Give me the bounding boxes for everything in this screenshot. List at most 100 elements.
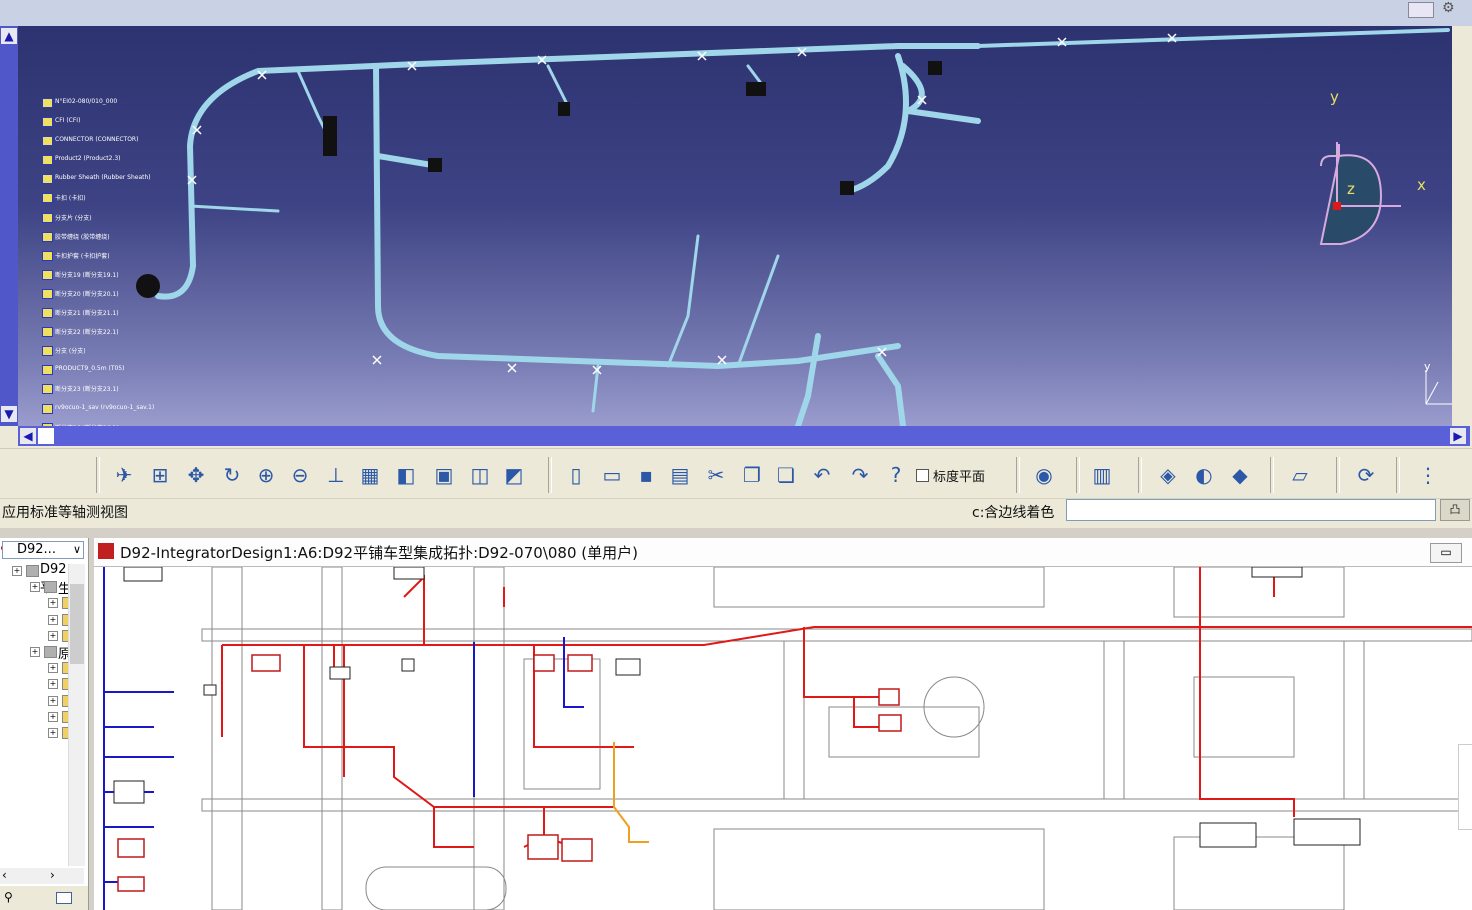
fit-all-icon[interactable]: ⊞ xyxy=(146,461,174,489)
main-toolbar: ✈ ⊞ ✥ ↻ ⊕ ⊖ ⊥ ▦ ◧ ▣ ◫ ◩ ▯ ▭ ▪ ▤ ✂ ❐ ❏ ↶ ↷? ◉ ▥ ◈ ◐ ◆ ▱ ⟳ ⋮ xyxy=(0,448,1472,499)
explorer-tree-item[interactable]: +D92平 xyxy=(0,562,70,596)
zoom-in-icon[interactable]: ⊕ xyxy=(252,461,280,489)
swap-visible-icon[interactable]: ◩ xyxy=(500,461,528,489)
tree-item[interactable]: 断分支20 (断分支20.1) xyxy=(38,287,188,306)
shading-icon[interactable]: ▣ xyxy=(430,461,458,489)
fly-icon[interactable]: ✈ xyxy=(110,461,138,489)
scroll-left-icon[interactable]: ◀ xyxy=(20,428,36,444)
tree-item[interactable]: 分支 (分支) xyxy=(38,344,188,363)
checkbox-icon[interactable] xyxy=(916,469,929,482)
tree-item[interactable]: 胶带缠绕 (胶带缠绕) xyxy=(38,230,188,249)
help-icon[interactable]: ? xyxy=(882,461,910,489)
tree-item[interactable]: CONNECTOR (CONNECTOR) xyxy=(38,134,188,153)
chevron-down-icon[interactable]: ∨ xyxy=(73,542,81,558)
explorer-tree-item[interactable]: + xyxy=(0,659,75,675)
scroll-thumb[interactable] xyxy=(38,428,54,444)
tree-item[interactable]: 断分支22 (断分支22.1) xyxy=(38,325,188,344)
tree-item[interactable]: 断分支23 (断分支23.1) xyxy=(38,382,188,401)
scroll-down-icon[interactable]: ▼ xyxy=(1,406,17,422)
camera-icon[interactable]: ◉ xyxy=(1030,461,1058,489)
tree-item[interactable]: 卡扣护套 (卡扣护套) xyxy=(38,249,188,268)
material-icon[interactable]: ◈ xyxy=(1154,461,1182,489)
explorer-tree-item[interactable]: + xyxy=(0,675,75,691)
specification-tree[interactable]: N°EI02-080/010_000 CFI (CFI) CONNECTOR (CO… xyxy=(38,96,188,426)
chassis-schematic[interactable] xyxy=(94,567,1472,910)
tree-item[interactable]: Product2 (Product2.3) xyxy=(38,153,188,172)
multi-view-icon[interactable]: ▦ xyxy=(356,461,384,489)
tree-item[interactable]: 卡扣 (卡扣) xyxy=(38,191,188,210)
expand-icon[interactable]: + xyxy=(48,663,58,674)
hide-show-icon[interactable]: ◫ xyxy=(466,461,494,489)
explorer-tree-item[interactable]: + xyxy=(0,611,75,627)
viewport-vertical-scrollbar[interactable]: ▲ ▼ xyxy=(0,26,18,426)
tree-item[interactable]: CFI (CFI) xyxy=(38,115,188,134)
scroll-right-icon[interactable]: ▶ xyxy=(1450,428,1466,444)
refresh-icon[interactable]: ⟳ xyxy=(1352,461,1380,489)
compass-widget[interactable]: y z x xyxy=(1301,136,1441,256)
explorer-tree-item[interactable]: + xyxy=(0,627,75,643)
search-icon[interactable]: ⚲ xyxy=(4,890,13,904)
scroll-left-icon[interactable]: ‹ xyxy=(2,868,7,882)
print-icon[interactable]: ▤ xyxy=(666,461,694,489)
expand-icon[interactable]: + xyxy=(48,679,58,690)
harness-3d-model[interactable] xyxy=(18,26,1452,426)
tree-item[interactable]: 断分支19 (断分支19.1) xyxy=(38,268,188,287)
explorer-tree-item[interactable]: + 生 xyxy=(0,578,71,597)
3d-viewport[interactable]: N°EI02-080/010_000 CFI (CFI) CONNECTOR (CO… xyxy=(18,26,1452,426)
settings-icon[interactable]: ⚙ xyxy=(1442,0,1464,18)
tree-item[interactable]: PRODUCT9_0.5m (T05) xyxy=(38,363,188,382)
rotate-icon[interactable]: ↻ xyxy=(218,461,246,489)
command-input[interactable] xyxy=(1066,499,1436,521)
open-icon[interactable]: ▭ xyxy=(598,461,626,489)
explorer-tree[interactable]: +D92平+生++++原+++++ xyxy=(0,562,75,740)
explorer-tree-item[interactable]: + 原 xyxy=(0,643,71,662)
explorer-combo[interactable]: D92... ∨ xyxy=(2,541,84,559)
normal-view-icon[interactable]: ⊥ xyxy=(322,461,350,489)
expand-icon[interactable]: + xyxy=(48,695,58,706)
grid-icon[interactable]: ⋮ xyxy=(1414,461,1442,489)
expand-icon[interactable]: + xyxy=(48,727,58,738)
render-icon[interactable]: ◐ xyxy=(1190,461,1218,489)
scroll-thumb[interactable] xyxy=(70,584,84,664)
expand-icon[interactable]: + xyxy=(48,630,58,641)
explorer-tree-item[interactable]: + xyxy=(0,708,75,724)
expand-icon[interactable]: + xyxy=(30,646,40,657)
tree-item[interactable]: N°EI02-080/010_000 xyxy=(38,96,188,115)
scale-plane-checkbox[interactable]: 标度平面 xyxy=(916,466,985,485)
viewport-horizontal-scrollbar[interactable]: ◀ ▶ xyxy=(18,426,1470,446)
explorer-vertical-scrollbar[interactable] xyxy=(68,564,85,866)
measure-icon[interactable]: ▱ xyxy=(1286,461,1314,489)
redo-icon[interactable]: ↷ xyxy=(846,461,874,489)
color-icon[interactable]: ◆ xyxy=(1226,461,1254,489)
new-icon[interactable]: ▯ xyxy=(562,461,590,489)
scroll-right-icon[interactable]: › xyxy=(50,868,55,882)
tree-item[interactable]: Rubber Sheath (Rubber Sheath) xyxy=(38,172,188,191)
explorer-horizontal-scrollbar[interactable]: ‹ › xyxy=(0,868,84,884)
ruler-icon[interactable] xyxy=(1408,2,1434,18)
cut-icon[interactable]: ✂ xyxy=(702,461,730,489)
undo-icon[interactable]: ↶ xyxy=(808,461,836,489)
tree-item[interactable]: rv9ocuo-1_sav (rv9ocuo-1_sav.1) xyxy=(38,402,188,421)
command-button[interactable]: 凸 xyxy=(1440,499,1470,521)
tree-item[interactable]: 断分支21 (断分支21.1) xyxy=(38,306,188,325)
expand-icon[interactable]: + xyxy=(12,566,22,576)
minimize-button[interactable]: ▭ xyxy=(1430,543,1462,563)
zoom-out-icon[interactable]: ⊖ xyxy=(286,461,314,489)
save-icon[interactable]: ▪ xyxy=(632,461,660,489)
scroll-up-icon[interactable]: ▲ xyxy=(1,28,17,44)
explorer-tree-item[interactable]: + xyxy=(0,692,75,708)
topology-drawing[interactable] xyxy=(94,567,1472,910)
pan-icon[interactable]: ✥ xyxy=(182,461,210,489)
analysis-icon[interactable]: ▥ xyxy=(1088,461,1116,489)
tree-item[interactable]: 分支片 (分支) xyxy=(38,211,188,230)
expand-icon[interactable]: + xyxy=(48,711,58,722)
view-switch-icon[interactable] xyxy=(56,892,72,904)
iso-view-icon[interactable]: ◧ xyxy=(392,461,420,489)
expand-icon[interactable]: + xyxy=(48,614,58,625)
paste-icon[interactable]: ❏ xyxy=(772,461,800,489)
expand-icon[interactable]: + xyxy=(48,598,58,609)
explorer-tree-item[interactable]: + xyxy=(0,724,75,740)
expand-icon[interactable]: + xyxy=(30,582,40,593)
explorer-tree-item[interactable]: + xyxy=(0,594,75,610)
copy-icon[interactable]: ❐ xyxy=(738,461,766,489)
